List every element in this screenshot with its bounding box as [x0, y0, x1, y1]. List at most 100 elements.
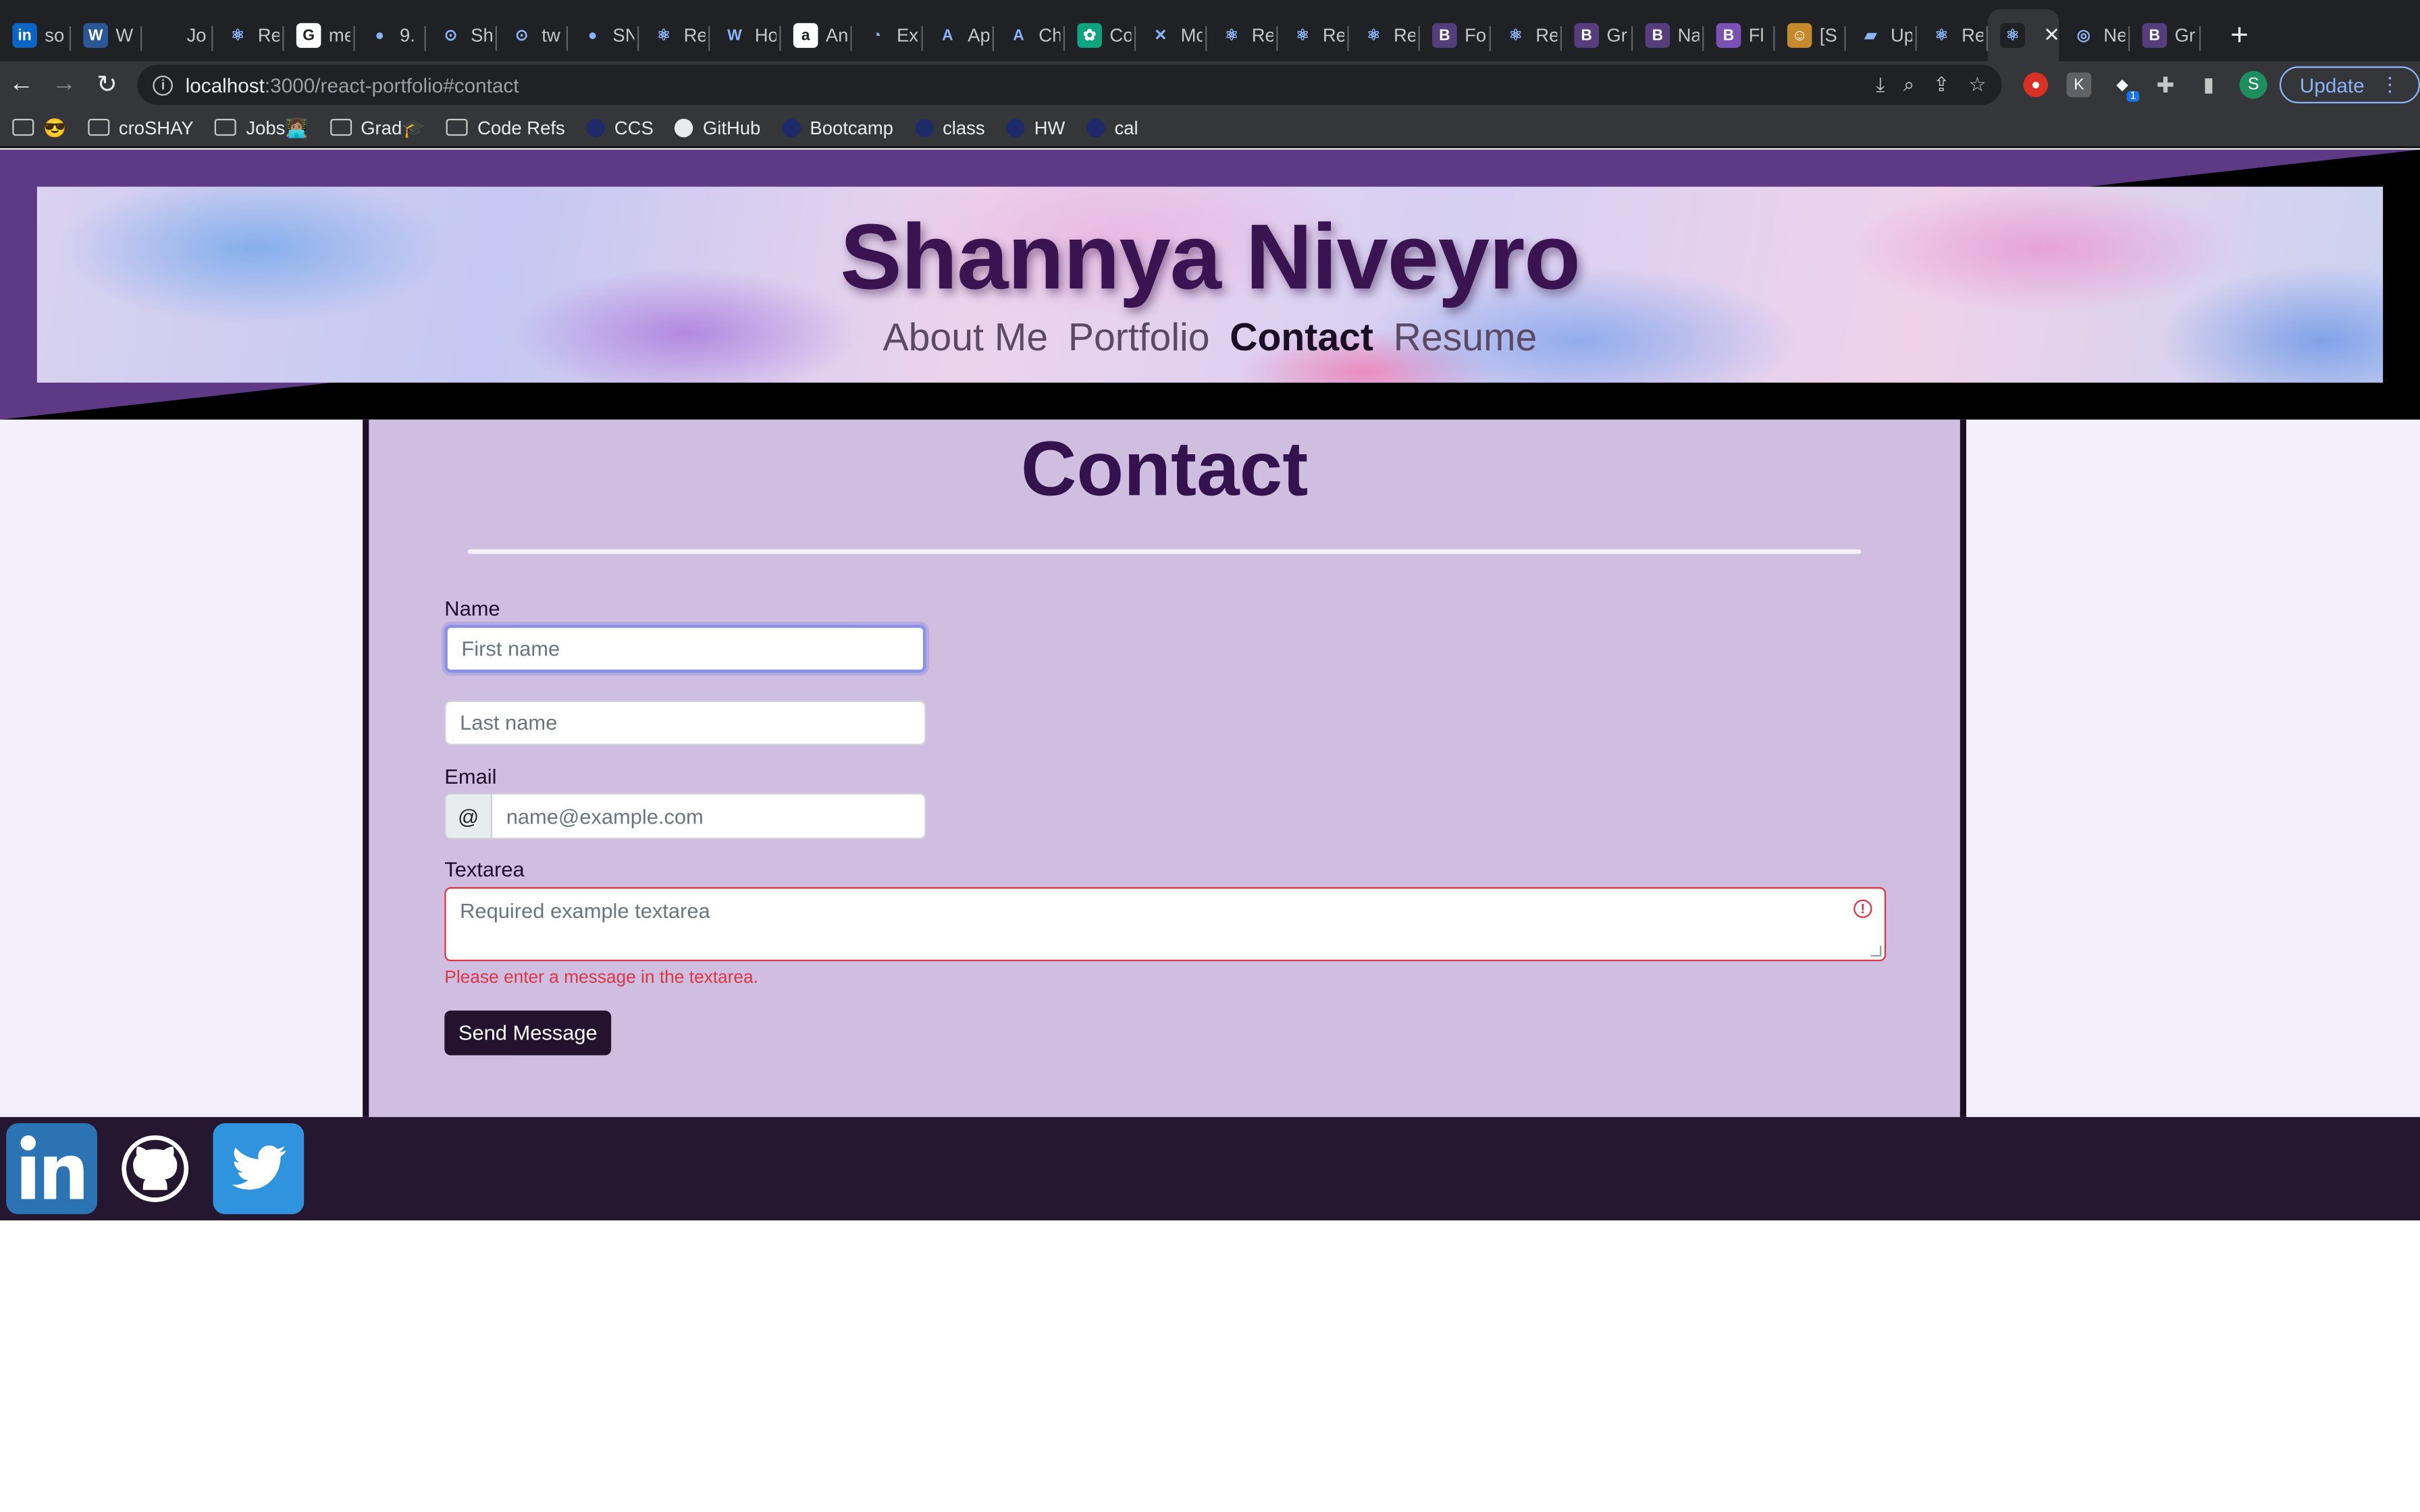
- browser-tab[interactable]: B Na: [1633, 9, 1704, 62]
- bookmark-item[interactable]: croSHAY: [88, 117, 194, 138]
- browser-tab[interactable]: ● 9.: [355, 9, 426, 62]
- browser-tab[interactable]: WW: [71, 9, 142, 62]
- tab-favicon-icon: B: [1645, 23, 1671, 48]
- bookmark-item[interactable]: CCS: [586, 117, 654, 138]
- browser-tab[interactable]: Jo: [142, 9, 213, 62]
- tab-active[interactable]: ⚛ ✕: [1988, 9, 2059, 62]
- bookmark-label: GitHub: [702, 116, 761, 138]
- browser-tab[interactable]: ⚛ Re: [1278, 9, 1349, 62]
- nav-link-portfolio[interactable]: Portfolio: [1068, 317, 1210, 361]
- browser-tab[interactable]: ⚛ Re: [1917, 9, 1989, 62]
- bookmark-label: Grad🎓: [361, 116, 425, 138]
- browser-tab[interactable]: B Gr: [1562, 9, 1633, 62]
- first-name-input[interactable]: First name: [444, 624, 926, 673]
- tab-title: Re: [257, 24, 280, 47]
- tab-title: Ne: [2103, 24, 2126, 47]
- browser-tab[interactable]: ✿ Co: [1065, 9, 1136, 62]
- tab-favicon-icon: [154, 23, 180, 48]
- tab-favicon-icon: ⚛: [651, 23, 677, 48]
- message-textarea[interactable]: Required example textarea !: [444, 887, 1887, 962]
- textarea-label: Textarea: [444, 857, 525, 882]
- browser-tab[interactable]: ⚛ Re: [1349, 9, 1420, 62]
- bookmark-item[interactable]: class: [914, 117, 985, 138]
- tab-title: 9.: [400, 24, 415, 47]
- back-icon[interactable]: ←: [0, 63, 43, 107]
- email-at-prefix: @: [444, 792, 493, 840]
- browser-tab[interactable]: ⚛ Re: [1491, 9, 1562, 62]
- bookmark-item[interactable]: Grad🎓: [330, 117, 425, 138]
- address-bar[interactable]: i localhost:3000/react-portfolio#contact…: [137, 65, 2002, 105]
- browser-tab[interactable]: a An: [781, 9, 852, 62]
- site-info-icon[interactable]: i: [153, 74, 174, 95]
- share-icon[interactable]: ⇪: [1933, 72, 1950, 97]
- browser-tab[interactable]: A Ap: [923, 9, 995, 62]
- browser-tab[interactable]: B Fo: [1420, 9, 1491, 62]
- bookmark-item[interactable]: Jobs👩🏽‍💻: [215, 117, 309, 138]
- browser-tab[interactable]: B Fl: [1704, 9, 1775, 62]
- email-input[interactable]: name@example.com: [490, 792, 926, 840]
- browser-tab[interactable]: ◎ Ne: [2059, 9, 2130, 62]
- browser-tab[interactable]: ✕ Mc: [1136, 9, 1207, 62]
- tab-title: Re: [683, 24, 706, 47]
- name-label: Name: [444, 597, 500, 620]
- nav-link-about-me[interactable]: About Me: [883, 317, 1049, 361]
- tab-title: Mc: [1180, 24, 1203, 47]
- linkedin-icon[interactable]: [6, 1123, 98, 1214]
- tab-close-icon[interactable]: ✕: [2043, 23, 2059, 48]
- github-icon: [675, 117, 694, 137]
- bookmark-item[interactable]: cal: [1086, 117, 1138, 138]
- tab-title: Co: [1109, 24, 1132, 47]
- browser-tab[interactable]: ⚛ Re: [213, 9, 284, 62]
- browser-tab[interactable]: ▰ Up: [1846, 9, 1917, 62]
- bookmark-item[interactable]: HW: [1006, 117, 1065, 138]
- bookmark-label: croSHAY: [118, 116, 194, 138]
- nav-link-contact[interactable]: Contact: [1230, 317, 1373, 361]
- zoom-icon[interactable]: ⌕: [1903, 72, 1915, 97]
- forward-icon[interactable]: →: [43, 63, 85, 107]
- last-name-input[interactable]: Last name: [444, 700, 926, 745]
- github-icon[interactable]: [109, 1123, 201, 1214]
- tab-favicon-icon: ☺: [1787, 23, 1812, 48]
- browser-tab[interactable]: ◔ Ex: [852, 9, 923, 62]
- resize-handle[interactable]: [1870, 946, 1882, 957]
- bookmark-item[interactable]: GitHub: [675, 116, 761, 138]
- extension-badge-icon[interactable]: ◆ 1: [2109, 72, 2140, 102]
- nav-link-resume[interactable]: Resume: [1394, 317, 1537, 361]
- browser-tab[interactable]: in so: [0, 9, 72, 62]
- tab-favicon-icon: ◎: [2071, 23, 2097, 48]
- extensions-puzzle-icon[interactable]: ✚: [2153, 72, 2178, 97]
- tab-title: me: [328, 24, 350, 47]
- browser-tab[interactable]: Gme: [284, 9, 355, 62]
- tab-title: Jo: [186, 24, 207, 47]
- textarea-placeholder: Required example textarea: [460, 899, 710, 923]
- folder-icon: [12, 119, 34, 136]
- browser-tab[interactable]: B Gr: [2130, 9, 2201, 62]
- tab-title: Re: [1251, 24, 1273, 47]
- bookmark-star-icon[interactable]: ☆: [1968, 72, 1987, 97]
- profile-avatar[interactable]: S: [2239, 71, 2267, 99]
- browser-tab[interactable]: W Ho: [710, 9, 781, 62]
- bookmark-item[interactable]: 😎: [12, 117, 66, 138]
- twitter-icon[interactable]: [213, 1123, 305, 1214]
- browser-tab[interactable]: ⊙ Sh: [426, 9, 498, 62]
- new-tab-button[interactable]: +: [2213, 9, 2266, 62]
- tab-title: Re: [1322, 24, 1344, 47]
- browser-tab[interactable]: A Ch: [994, 9, 1066, 62]
- browser-tab[interactable]: ⊙ tw: [497, 9, 569, 62]
- invalid-warning-icon: !: [1853, 899, 1872, 918]
- browser-tab[interactable]: ☺ [S: [1775, 9, 1846, 62]
- browser-tab[interactable]: ⚛ Re: [1207, 9, 1278, 62]
- reload-icon[interactable]: ↻: [86, 63, 128, 107]
- bookmark-item[interactable]: Code Refs: [446, 117, 565, 138]
- send-message-button[interactable]: Send Message: [444, 1010, 612, 1056]
- extension-shield-icon[interactable]: ●: [2023, 72, 2049, 97]
- browser-tab[interactable]: ⚛ Re: [639, 9, 710, 62]
- browser-tab[interactable]: ● SN: [568, 9, 639, 62]
- extension-k-icon[interactable]: K: [2066, 72, 2092, 97]
- menu-kebab-icon[interactable]: ⋮: [2380, 72, 2400, 97]
- update-button[interactable]: Update ⋮: [2280, 66, 2420, 104]
- install-icon[interactable]: ⤓: [1876, 72, 1885, 97]
- tab-strip: insoWWJo⚛ReGme●9.⊙Sh⊙tw●SN⚛ReWHoaAn◔ExAA…: [0, 0, 2420, 62]
- side-panel-icon[interactable]: ▮: [2197, 72, 2221, 97]
- bookmark-item[interactable]: Bootcamp: [782, 117, 893, 138]
